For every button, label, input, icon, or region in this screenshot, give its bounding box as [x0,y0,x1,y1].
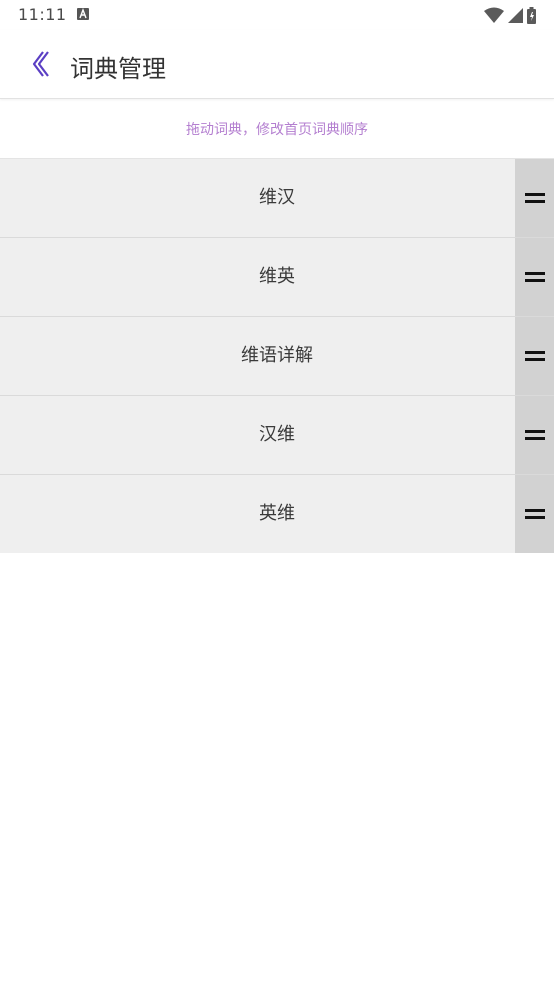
reorder-hint: 拖动词典，修改首页词典顺序 [0,99,554,159]
page-title: 词典管理 [70,55,166,83]
dictionary-label: 维汉 [259,187,295,208]
dictionary-label: 汉维 [259,424,295,445]
status-icons [484,6,536,24]
drag-handle-icon [524,272,545,282]
drag-handle[interactable] [515,396,554,474]
dictionary-label: 维语详解 [241,345,313,366]
drag-handle-icon [524,193,545,203]
drag-handle-icon [524,509,545,519]
dictionary-row[interactable]: 维汉 [0,159,554,238]
drag-handle[interactable] [515,159,554,237]
status-bar: 11:11 [0,0,554,30]
drag-handle-icon [524,430,545,440]
drag-handle[interactable] [515,317,554,395]
drag-handle[interactable] [515,475,554,553]
back-button[interactable] [22,46,58,82]
status-time: 11:11 [18,5,67,24]
cell-signal-icon [508,8,523,23]
dictionary-row[interactable]: 维语详解 [0,317,554,396]
wifi-icon [484,7,504,23]
dictionary-label: 维英 [259,266,295,287]
dictionary-row[interactable]: 英维 [0,475,554,553]
battery-icon [527,6,536,24]
chevron-left-icon [32,51,49,77]
drag-handle[interactable] [515,238,554,316]
dictionary-list: 维汉 维英 维语详解 汉维 英维 [0,159,554,553]
dictionary-row[interactable]: 维英 [0,238,554,317]
dictionary-row[interactable]: 汉维 [0,396,554,475]
dictionary-label: 英维 [259,503,295,524]
a-notification-icon [77,8,89,20]
drag-handle-icon [524,351,545,361]
app-bar: 词典管理 [0,30,554,99]
